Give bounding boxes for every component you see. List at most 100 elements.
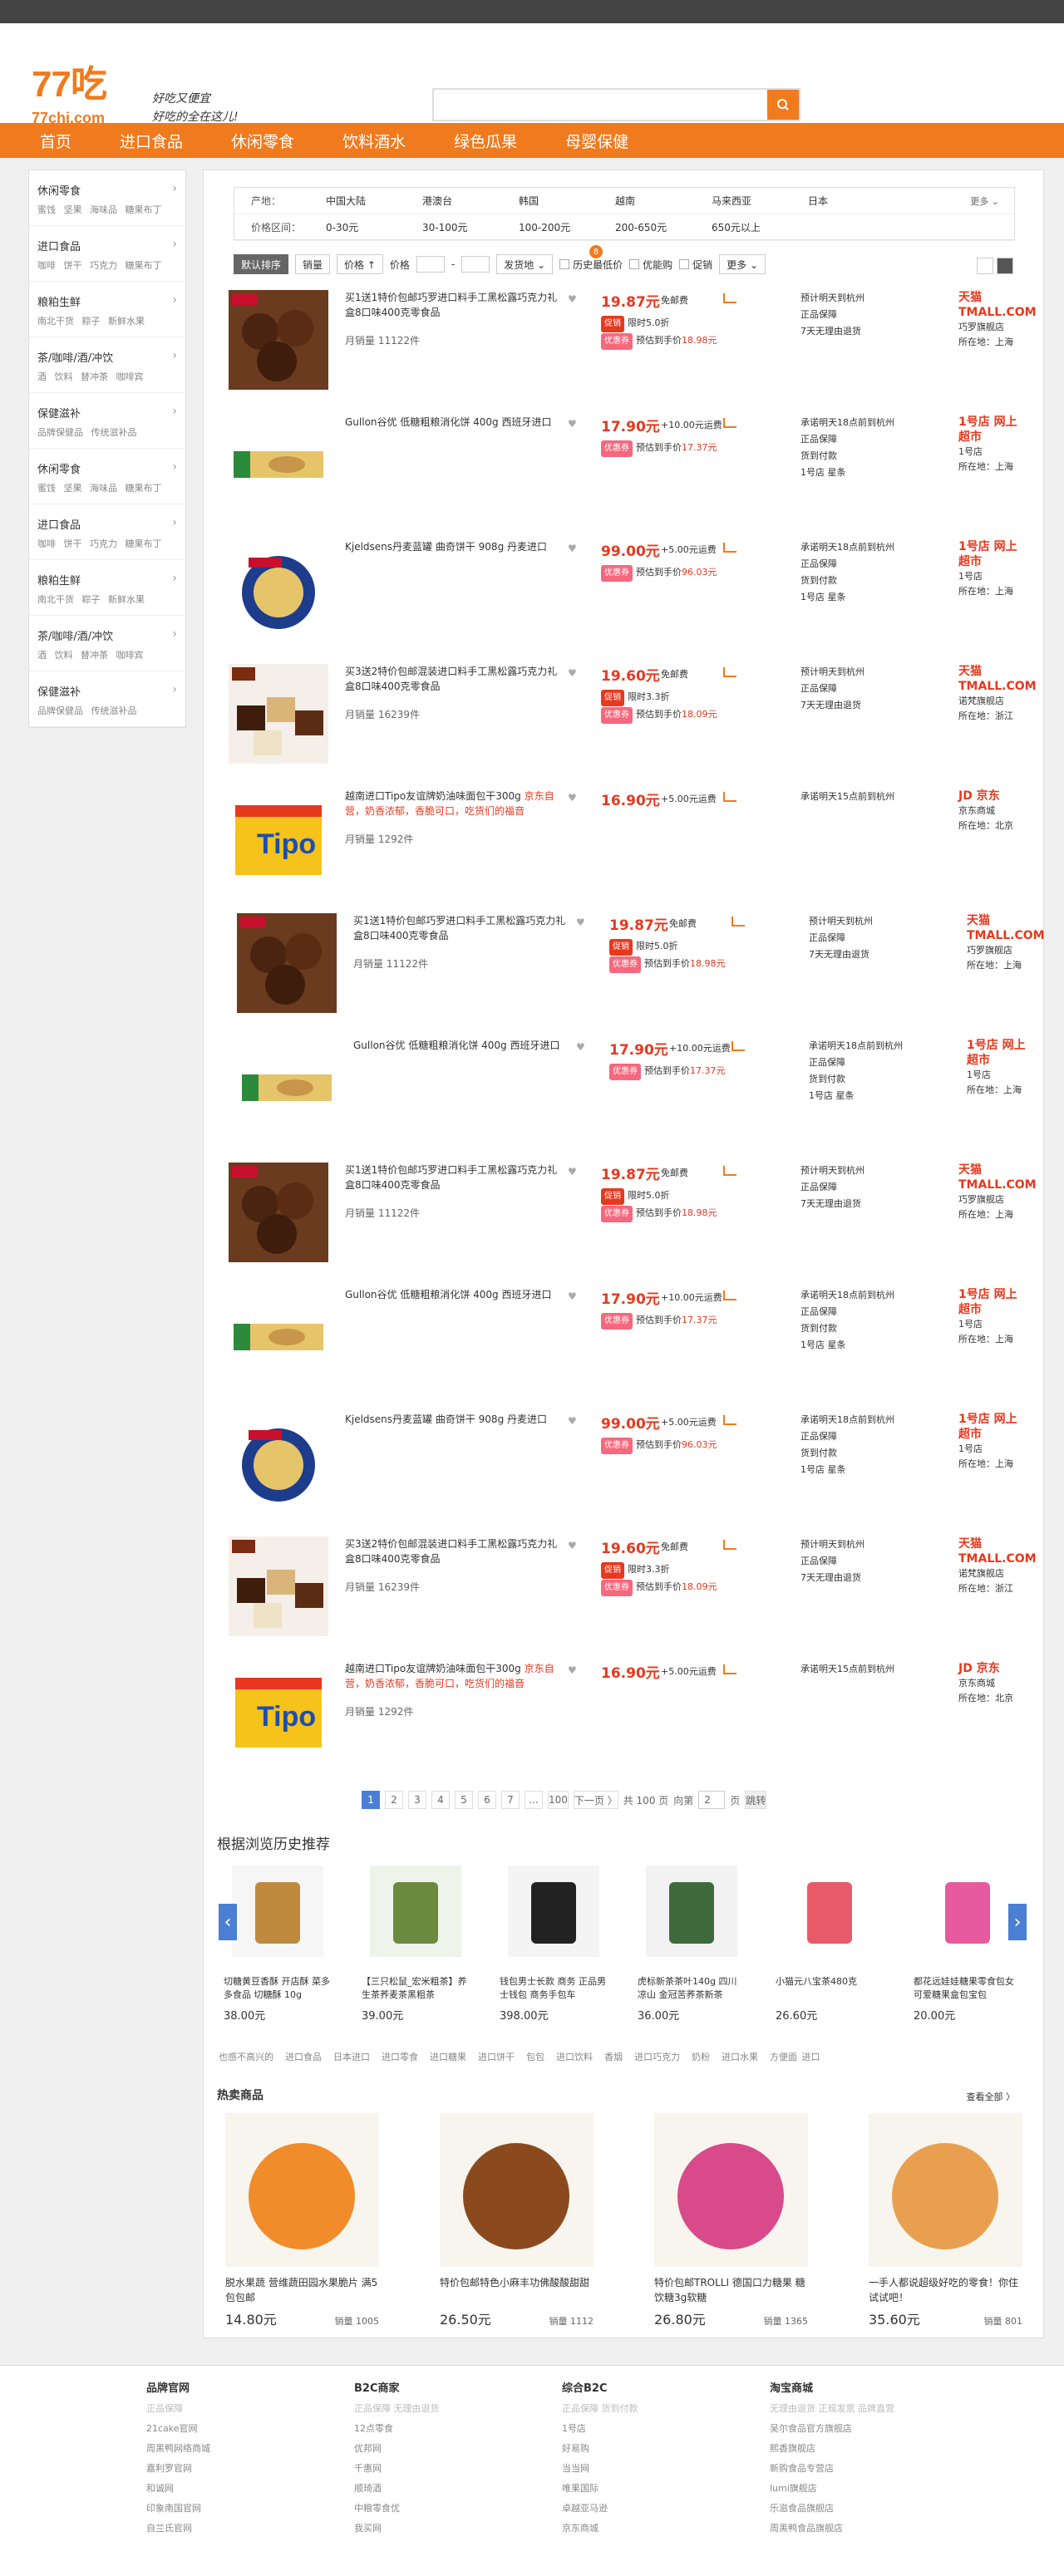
sidebar-item[interactable]: 保健滋补 品牌保健品 传统滋补品 › <box>29 393 185 449</box>
footer-link[interactable]: 1号店 <box>562 2419 638 2439</box>
heart-icon[interactable]: ♥ <box>568 1540 577 1551</box>
footer-link[interactable]: 顺琦酒 <box>354 2479 440 2499</box>
site-logo[interactable]: 77吃 <box>32 66 107 103</box>
footer-link[interactable]: 21cake官网 <box>146 2419 210 2439</box>
hot-card[interactable]: 一手人都说超级好吃的零食！你住试试吧！ 35.60元 销量 801 <box>869 2113 1022 2328</box>
product-name[interactable]: 买1送1特价包邮巧罗进口料手工黑松露巧克力礼盒8口味400克零食品 <box>345 1163 561 1192</box>
footer-link[interactable]: 优邦网 <box>354 2439 440 2459</box>
footer-link[interactable]: 熙香旗舰店 <box>770 2439 894 2459</box>
shop-name[interactable]: 1号店 <box>967 1068 1035 1083</box>
price-trend-icon[interactable] <box>723 1166 736 1176</box>
product-title[interactable]: 买3送2特价包邮混装进口料手工黑松露巧克力礼盒8口味400克零食品 <box>345 1538 557 1565</box>
promo-checkbox[interactable]: 促销 <box>679 258 712 272</box>
page-link[interactable]: ... <box>525 1791 543 1809</box>
shop-brand-logo[interactable]: 天猫 TMALL.COM <box>958 1163 1037 1192</box>
page-link[interactable]: 100 <box>548 1791 569 1809</box>
heart-icon[interactable]: ♥ <box>568 792 577 804</box>
history-image[interactable] <box>500 1866 608 1957</box>
heart-icon[interactable]: ♥ <box>568 293 577 305</box>
nav-home[interactable]: 首页 <box>27 130 80 152</box>
nav-baby[interactable]: 母婴保健 <box>557 130 637 152</box>
shop-brand-logo[interactable]: JD 京东 <box>958 1661 1013 1676</box>
footer-link[interactable]: 嘉利罗官网 <box>146 2459 210 2479</box>
heart-icon[interactable]: ♥ <box>576 917 585 928</box>
history-card[interactable]: 小猫元八宝茶480克 26.60元 <box>776 1866 884 2023</box>
page-link[interactable]: 5 <box>455 1791 473 1809</box>
history-card[interactable]: 虎标新茶茶叶140g 四川凉山 金冠苦荞茶新茶 36.00元 <box>638 1866 746 2023</box>
shop-info[interactable]: 天猫 TMALL.COM 诺梵旗舰店 所在地：浙江 <box>958 664 1037 724</box>
heart-icon[interactable]: ♥ <box>568 667 577 679</box>
keyword-link[interactable]: 方便面 进口 <box>770 2052 820 2062</box>
shop-info[interactable]: 1号店 网上超市 1号店 所在地：上海 <box>958 1412 1027 1472</box>
hot-title[interactable]: 脱水果蔬 营维蔬田园水果脆片 满5包包邮 <box>225 2275 379 2305</box>
filter-origin-option[interactable]: 中国大陆 <box>326 194 422 208</box>
heart-icon[interactable]: ♥ <box>568 418 577 430</box>
footer-link[interactable]: 周黑鸭网络商城 <box>146 2439 210 2459</box>
price-trend-icon[interactable] <box>723 543 736 553</box>
history-title[interactable]: 【三只松鼠_宏米粗茶】养生茶荞麦茶黑粗茶 <box>362 1975 470 2002</box>
keyword-link[interactable]: 进口饮料 <box>556 2052 593 2062</box>
history-title[interactable]: 小猫元八宝茶480克 <box>776 1975 884 2002</box>
product-name[interactable]: 越南进口Tipo友谊牌奶油味面包干300g 京东自营，奶香浓郁，香脆可口，吃货们… <box>345 789 561 819</box>
history-image[interactable] <box>914 1866 1022 1957</box>
shop-name[interactable]: 1号店 <box>958 445 1027 460</box>
filter-origin-option[interactable]: 港澳台 <box>422 194 519 208</box>
hot-image[interactable] <box>869 2113 1022 2267</box>
nav-drinks[interactable]: 饮料酒水 <box>334 130 414 152</box>
shop-brand-logo[interactable]: 天猫 TMALL.COM <box>958 664 1037 694</box>
product-image[interactable] <box>237 913 337 1013</box>
filter-price-option[interactable]: 650元以上 <box>712 220 808 234</box>
keyword-link[interactable]: 包包 <box>526 2052 544 2062</box>
history-image[interactable] <box>224 1866 332 1957</box>
footer-link[interactable]: lumi旗舰店 <box>770 2479 894 2499</box>
sidebar-item[interactable]: 进口食品 咖啡 饼干 巧克力 糖果布丁 › <box>29 504 185 560</box>
filter-price-option[interactable]: 30-100元 <box>422 220 519 234</box>
shop-info[interactable]: 1号店 网上超市 1号店 所在地：上海 <box>958 1287 1027 1347</box>
hot-image[interactable] <box>225 2113 379 2267</box>
page-link[interactable]: 6 <box>478 1791 496 1809</box>
product-image[interactable]: Tipo <box>229 1661 328 1761</box>
next-page-button[interactable]: 下一页 〉 <box>573 1791 618 1809</box>
product-name[interactable]: Kjeldsens丹麦蓝罐 曲奇饼干 908g 丹麦进口 <box>345 1412 561 1427</box>
shop-name[interactable]: 诺梵旗舰店 <box>958 694 1037 709</box>
footer-link[interactable]: 印象南国官网 <box>146 2499 210 2519</box>
shop-brand-logo[interactable]: 1号店 网上超市 <box>958 415 1027 445</box>
product-title[interactable]: Gullon谷优 低糖粗粮消化饼 400g 西班牙进口 <box>345 416 552 428</box>
sidebar-item[interactable]: 进口食品 咖啡 饼干 巧克力 糖果布丁 › <box>29 226 185 282</box>
footer-link[interactable]: 乐滋食品旗舰店 <box>770 2499 894 2519</box>
footer-link[interactable]: 自兰氏官网 <box>146 2519 210 2539</box>
history-card[interactable]: 都花远娃娃糖果零食包女 可爱糖果盒包宝包 20.00元 <box>914 1866 1022 2023</box>
history-image[interactable] <box>638 1866 746 1957</box>
product-image[interactable]: Tipo <box>229 789 328 888</box>
sidebar-item[interactable]: 粮粕生鲜 南北干货 粽子 新鲜水果 › <box>29 282 185 337</box>
product-image[interactable] <box>229 1536 328 1636</box>
product-title[interactable]: Kjeldsens丹麦蓝罐 曲奇饼干 908g 丹麦进口 <box>345 541 547 553</box>
shop-info[interactable]: JD 京东 京东商城 所在地：北京 <box>958 789 1013 833</box>
product-title[interactable]: Kjeldsens丹麦蓝罐 曲奇饼干 908g 丹麦进口 <box>345 1413 547 1425</box>
keyword-link[interactable]: 日本进口 <box>333 2052 370 2062</box>
price-trend-icon[interactable] <box>723 792 736 802</box>
history-title[interactable]: 切糖黄豆香酥 开店酥 菜多多食品 切糖酥 10g <box>224 1975 332 2002</box>
shop-brand-logo[interactable]: JD 京东 <box>958 789 1013 804</box>
shop-info[interactable]: 1号店 网上超市 1号店 所在地：上海 <box>958 539 1027 599</box>
search-button[interactable] <box>767 90 799 120</box>
shop-name[interactable]: 1号店 <box>958 1317 1027 1332</box>
page-link[interactable]: 7 <box>501 1791 520 1809</box>
heart-icon[interactable]: ♥ <box>568 1166 577 1177</box>
keyword-link[interactable]: 进口水果 <box>722 2052 758 2062</box>
sort-more[interactable]: 更多 ⌄ <box>719 254 766 274</box>
product-name[interactable]: 买3送2特价包邮混装进口料手工黑松露巧克力礼盒8口味400克零食品 <box>345 664 561 694</box>
hot-card[interactable]: 脱水果蔬 营维蔬田园水果脆片 满5包包邮 14.80元 销量 1005 <box>225 2113 379 2328</box>
shop-name[interactable]: 巧罗旗舰店 <box>958 1192 1037 1207</box>
footer-link[interactable]: 中粮零食优 <box>354 2499 440 2519</box>
price-trend-icon[interactable] <box>723 667 736 677</box>
shop-info[interactable]: 天猫 TMALL.COM 巧罗旗舰店 所在地：上海 <box>967 913 1045 973</box>
price-min-input[interactable] <box>416 256 445 273</box>
page-link[interactable]: 3 <box>408 1791 426 1809</box>
product-title[interactable]: Gullon谷优 低糖粗粮消化饼 400g 西班牙进口 <box>345 1289 552 1300</box>
footer-link[interactable]: 唯果国际 <box>562 2479 638 2499</box>
filter-origin-option[interactable]: 韩国 <box>519 194 615 208</box>
product-name[interactable]: 买1送1特价包邮巧罗进口料手工黑松露巧克力礼盒8口味400克零食品 <box>345 290 561 320</box>
history-card[interactable]: 切糖黄豆香酥 开店酥 菜多多食品 切糖酥 10g 38.00元 <box>224 1866 332 2023</box>
shop-name[interactable]: 1号店 <box>958 569 1027 584</box>
